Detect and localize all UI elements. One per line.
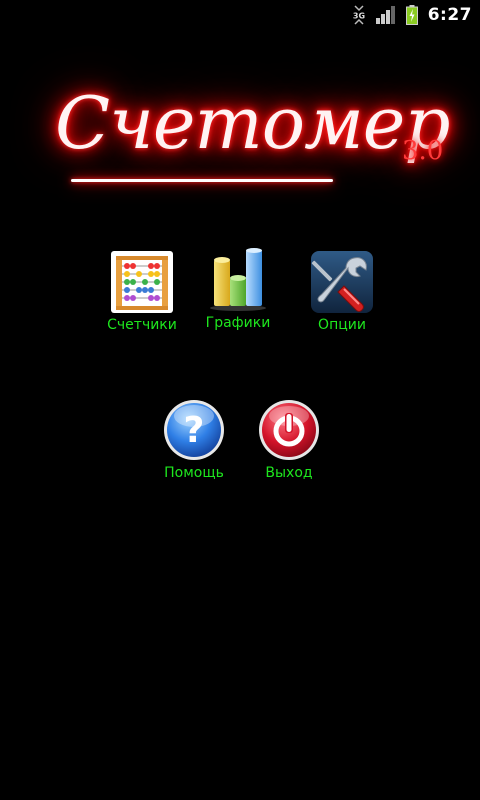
svg-text:?: ? bbox=[184, 410, 205, 451]
status-bar: 3G 6:27 bbox=[0, 0, 480, 30]
menu-item-counters[interactable]: Счетчики bbox=[97, 250, 187, 334]
abacus-icon bbox=[111, 251, 173, 313]
status-time: 6:27 bbox=[427, 5, 472, 25]
bar-chart-icon bbox=[210, 248, 266, 311]
network-3g-icon: 3G bbox=[353, 5, 365, 25]
logo-title: Счетомер bbox=[55, 81, 451, 165]
menu-label-charts: Графики bbox=[205, 315, 271, 331]
network-label: 3G bbox=[353, 12, 365, 21]
signal-bars-icon bbox=[375, 6, 395, 24]
menu-item-exit[interactable]: Выход bbox=[244, 398, 334, 482]
menu-label-counters: Счетчики bbox=[107, 317, 177, 333]
battery-charging-icon bbox=[405, 5, 418, 25]
logo-underline bbox=[71, 179, 333, 182]
status-icons: 3G 6:27 bbox=[352, 4, 472, 26]
menu-item-options[interactable]: Опции bbox=[297, 250, 387, 334]
power-icon bbox=[259, 400, 319, 460]
main-screen: 3G 6:27 Счетомер 3.0 Счетчики Графики Оп… bbox=[0, 0, 480, 800]
menu-label-options: Опции bbox=[318, 317, 366, 333]
help-icon: ? bbox=[164, 400, 224, 460]
menu-item-charts[interactable]: Графики bbox=[193, 248, 283, 332]
logo-version: 3.0 bbox=[402, 136, 444, 166]
menu-label-exit: Выход bbox=[265, 465, 313, 481]
menu-item-help[interactable]: ? Помощь bbox=[149, 398, 239, 482]
app-logo: Счетомер 3.0 bbox=[55, 78, 455, 198]
tools-icon bbox=[311, 251, 373, 313]
menu-label-help: Помощь bbox=[164, 465, 224, 481]
